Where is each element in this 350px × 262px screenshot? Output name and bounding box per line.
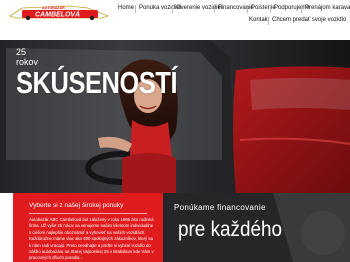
finance-panel[interactable]: Ponúkame financovanie pre každého	[163, 193, 350, 262]
finance-subtitle: Ponúkame financovanie	[174, 203, 266, 212]
nav-item-prenajom-karavanov[interactable]: Prenájom karavanov	[305, 3, 350, 14]
nav-item-financovanie[interactable]: Financovanie	[218, 3, 254, 14]
hero-banner: 25 rokov SKÚSENOSTÍ	[0, 40, 350, 193]
nav-item-ponuka-vozidiel[interactable]: Ponuka vozidiel	[139, 3, 181, 14]
offer-title[interactable]: Vyberte si z našej širokej ponuky	[29, 202, 123, 209]
nav-item-chcem-predat[interactable]: Chcem predať svoje vozidlo	[272, 15, 346, 26]
nav-item-kontakt[interactable]: Kontakt	[249, 15, 269, 26]
years-number: 25	[16, 47, 27, 57]
logo-graphic: AUTOBAZÁR CAMBELOVÁ	[9, 5, 110, 21]
hero-photo	[0, 40, 350, 193]
site-logo[interactable]: AUTOBAZÁR CAMBELOVÁ	[8, 2, 110, 21]
top-bar: AUTOBAZÁR CAMBELOVÁ Home Ponuka vozidiel…	[0, 0, 350, 40]
years-badge: 25 rokov	[16, 47, 38, 67]
finance-headline: pre každého	[178, 218, 283, 241]
nav-item-overenie-vozidiel[interactable]: Overenie vozidiel	[176, 3, 222, 14]
nav-divider	[301, 5, 302, 13]
nav-divider	[135, 5, 136, 13]
nav-divider	[214, 5, 215, 13]
nav-item-poistenie[interactable]: Poistenie	[251, 3, 276, 14]
nav-divider	[172, 5, 173, 13]
logo-name-text: CAMBELOVÁ	[35, 10, 80, 19]
nav-divider	[270, 5, 271, 13]
nav-divider	[268, 17, 269, 25]
offer-divider	[29, 213, 147, 214]
nav-divider	[247, 5, 248, 13]
hero-headline: SKÚSENOSTÍ	[16, 65, 178, 100]
offer-body: Autobazár ABC Cambelová bol založený v r…	[29, 217, 154, 261]
offer-panel: Vyberte si z našej širokej ponuky Autoba…	[13, 193, 163, 262]
logo-top-text: AUTOBAZÁR	[42, 5, 65, 10]
nav-item-home[interactable]: Home	[118, 3, 134, 14]
